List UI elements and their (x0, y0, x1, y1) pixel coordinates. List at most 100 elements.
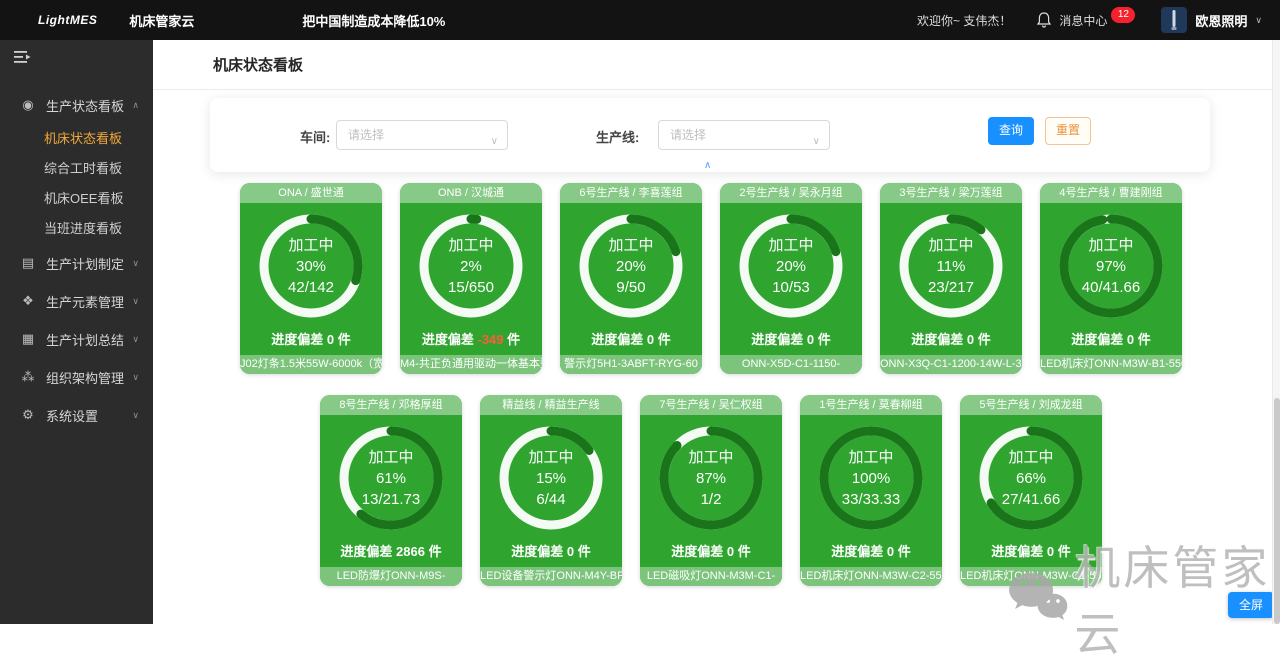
card-product-name: LED磁吸灯ONN-M3M-C1- (640, 567, 782, 586)
card-deviation: 进度偏差 0 件 (560, 329, 702, 348)
card-body: 加工中97%40/41.66进度偏差 0 件 (1040, 203, 1182, 355)
sidebar-item-机床OEE看板[interactable]: 机床OEE看板 (0, 184, 153, 214)
progress-ring: 加工中61%13/21.73 (335, 422, 447, 534)
scrollbar-thumb[interactable] (1274, 398, 1280, 624)
status-card[interactable]: ONB / 汉城通加工中2%15/650进度偏差 -349 件M4-共正负通用驱… (400, 183, 542, 374)
sidebar-section-3[interactable]: ▦生产计划总结∨ (0, 320, 153, 358)
page-title: 机床状态看板 (213, 54, 303, 75)
progress-ring: 加工中20%10/53 (735, 210, 847, 322)
card-count: 1/2 (701, 489, 722, 510)
deviation-value: 0 (1127, 332, 1134, 347)
card-line-title: ONA / 盛世通 (240, 183, 382, 203)
deviation-value: -349 (477, 332, 503, 347)
fullscreen-button[interactable]: 全屏 (1228, 592, 1274, 618)
workshop-select-placeholder: 请选择 (348, 128, 384, 142)
status-card[interactable]: 1号生产线 / 莫春柳组加工中100%33/33.33进度偏差 0 件LED机床… (800, 395, 942, 586)
collapse-filter-caret[interactable]: ∧ (704, 160, 711, 171)
card-body: 加工中20%9/50 进度偏差 0 件 (560, 203, 702, 355)
sidebar-collapse-toggle[interactable] (0, 40, 153, 74)
progress-ring: 加工中2%15/650 (415, 210, 527, 322)
card-body: 加工中20%10/53进度偏差 0 件 (720, 203, 862, 355)
deviation-value: 0 (887, 544, 894, 559)
card-product-name: J02灯条1.5米55W-6000k（宽灯 (240, 355, 382, 374)
progress-ring: 加工中87%1/2 (655, 422, 767, 534)
card-product-name: LED机床灯ONN-M3W-C2-550- (800, 567, 942, 586)
scrollbar-track[interactable] (1272, 40, 1280, 624)
status-card[interactable]: 8号生产线 / 邓格厚组加工中61%13/21.73进度偏差 2866 件LED… (320, 395, 462, 586)
card-count: 10/53 (772, 277, 810, 298)
deviation-value: 0 (647, 332, 654, 347)
sidebar-section-4[interactable]: ⁂组织架构管理∨ (0, 358, 153, 396)
card-status: 加工中 (928, 235, 973, 256)
card-deviation: 进度偏差 0 件 (880, 329, 1022, 348)
progress-ring: 加工中15%6/44 (495, 422, 607, 534)
card-body: 加工中15%6/44进度偏差 0 件 (480, 415, 622, 567)
sidebar-item-综合工时看板[interactable]: 综合工时看板 (0, 154, 153, 184)
chevron-down-icon[interactable]: ∨ (1255, 15, 1262, 26)
dashboard-icon: ◉ (20, 97, 36, 113)
card-deviation: 进度偏差 0 件 (960, 541, 1102, 560)
chevron-icon: ∧ (132, 100, 139, 111)
sidebar-section-label: 组织架构管理 (46, 368, 124, 387)
card-count: 15/650 (448, 277, 494, 298)
sidebar-section-1[interactable]: ▤生产计划制定∨ (0, 244, 153, 282)
status-card[interactable]: 3号生产线 / 梁万莲组加工中11%23/217进度偏差 0 件ONN-X3Q-… (880, 183, 1022, 374)
status-card[interactable]: 6号生产线 / 李喜莲组加工中20%9/50进度偏差 0 件警示灯5H1-3AB… (560, 183, 702, 374)
org-icon: ⁂ (20, 369, 36, 385)
sidebar-section-label: 生产计划制定 (46, 254, 124, 273)
sidebar-item-机床状态看板[interactable]: 机床状态看板 (0, 124, 153, 154)
card-percent: 97% (1096, 256, 1126, 277)
sidebar-section-label: 系统设置 (46, 406, 98, 425)
card-count: 33/33.33 (842, 489, 900, 510)
line-select[interactable]: 请选择 ∨ (658, 120, 830, 150)
sidebar-section-label: 生产计划总结 (46, 330, 124, 349)
card-percent: 20% (776, 256, 806, 277)
card-status: 加工中 (688, 447, 733, 468)
card-product-name: ONN-X5D-C1-1150- (720, 355, 862, 374)
workshop-select[interactable]: 请选择 ∨ (336, 120, 508, 150)
status-card[interactable]: 7号生产线 / 吴仁权组加工中87%1/2进度偏差 0 件LED磁吸灯ONN-M… (640, 395, 782, 586)
card-count: 13/21.73 (362, 489, 420, 510)
search-button[interactable]: 查询 (988, 117, 1034, 145)
brand-logo: LightMES (38, 15, 97, 26)
company-dropdown[interactable]: 欧恩照明 (1195, 11, 1247, 30)
card-percent: 20% (616, 256, 646, 277)
card-percent: 15% (536, 468, 566, 489)
card-line-title: 精益线 / 精益生产线 (480, 395, 622, 415)
card-percent: 11% (937, 256, 966, 277)
summary-icon: ▦ (20, 331, 36, 347)
progress-ring: 加工中97%40/41.66 (1055, 210, 1167, 322)
sidebar-item-当班进度看板[interactable]: 当班进度看板 (0, 214, 153, 244)
line-label: 生产线: (596, 127, 639, 146)
card-product-name: LED机床灯ONN-M3W-B1-550- (1040, 355, 1182, 374)
status-card[interactable]: 5号生产线 / 刘成龙组加工中66%27/41.66进度偏差 0 件LED机床灯… (960, 395, 1102, 586)
sidebar-section-0[interactable]: ◉ 生产状态看板 ∧ (0, 86, 153, 124)
avatar[interactable] (1161, 7, 1187, 33)
sidebar-section-label: 生产状态看板 (46, 96, 124, 115)
card-count: 42/142 (288, 277, 334, 298)
sidebar-section-2[interactable]: ❖生产元素管理∨ (0, 282, 153, 320)
progress-ring: 加工中20%9/50 (575, 210, 687, 322)
settings-icon: ⚙ (20, 407, 36, 423)
card-percent: 100% (852, 468, 890, 489)
progress-ring: 加工中30%42/142 (255, 210, 367, 322)
welcome-text: 欢迎你~ 支伟杰！ (917, 12, 1011, 29)
bell-icon[interactable] (1037, 12, 1051, 28)
status-card[interactable]: 2号生产线 / 吴永月组加工中20%10/53进度偏差 0 件ONN-X5D-C… (720, 183, 862, 374)
sidebar-section-5[interactable]: ⚙系统设置∨ (0, 396, 153, 434)
status-card[interactable]: ONA / 盛世通加工中30%42/142进度偏差 0 件J02灯条1.5米55… (240, 183, 382, 374)
card-percent: 30% (296, 256, 326, 277)
workshop-label: 车间: (300, 127, 330, 146)
card-body: 加工中11%23/217进度偏差 0 件 (880, 203, 1022, 355)
elements-icon: ❖ (20, 293, 36, 309)
app-title: 机床管家云 (129, 11, 194, 30)
card-deviation: 进度偏差 -349 件 (400, 329, 542, 348)
message-center-link[interactable]: 消息中心 (1059, 12, 1107, 29)
chevron-down-icon: ∨ (813, 128, 820, 156)
chevron-icon: ∨ (132, 296, 139, 307)
card-line-title: 6号生产线 / 李喜莲组 (560, 183, 702, 203)
status-card[interactable]: 精益线 / 精益生产线加工中15%6/44进度偏差 0 件LED设备警示灯ONN… (480, 395, 622, 586)
card-status: 加工中 (368, 447, 413, 468)
reset-button[interactable]: 重置 (1045, 117, 1091, 145)
status-card[interactable]: 4号生产线 / 曹建刚组加工中97%40/41.66进度偏差 0 件LED机床灯… (1040, 183, 1182, 374)
